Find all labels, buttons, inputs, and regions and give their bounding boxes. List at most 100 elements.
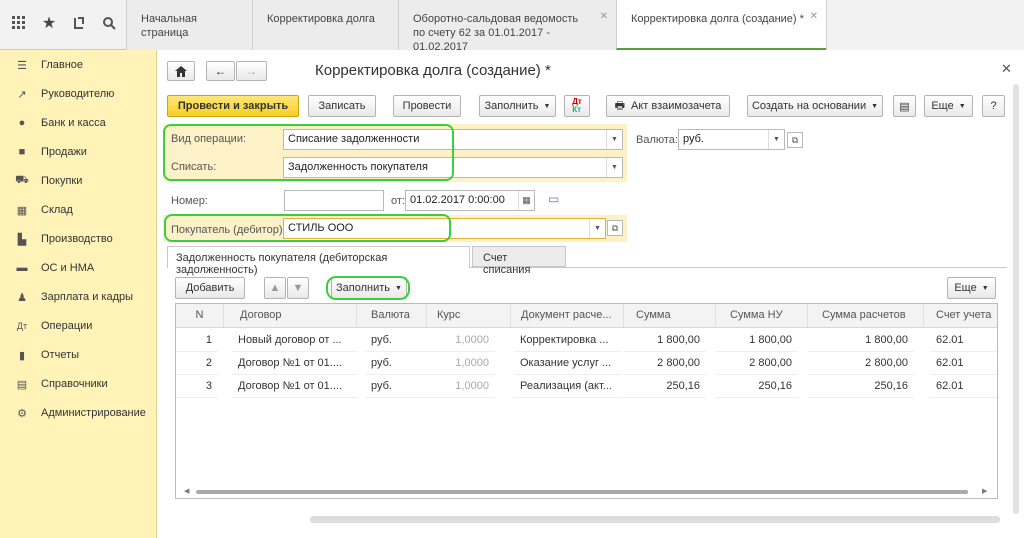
move-down-button[interactable]: ▼ [287,277,309,299]
cell-sum: 1 800,00 [624,329,706,352]
document-icon: ▤ [899,100,910,113]
sidebar-item-production[interactable]: ▙ Производство [0,227,157,251]
home-button[interactable] [167,61,195,81]
chevron-down-icon[interactable]: ▼ [589,219,605,238]
sidebar-item-label: Продажи [41,146,87,158]
form-vertical-scrollbar[interactable] [1013,84,1019,514]
more-label: Еще [931,100,954,112]
cell-document: Корректировка ... [514,329,622,352]
cell-account: 62.01 [930,329,997,352]
forward-button[interactable]: → [236,61,267,81]
column-header[interactable]: Сумма НУ [716,304,808,328]
column-header[interactable]: Сумма расчетов [808,304,924,328]
cell-contract: Договор №1 от 01.... [232,375,357,398]
post-button[interactable]: Провести [393,95,461,117]
sidebar-item-label: Руководителю [41,88,115,100]
sidebar-item-purchases[interactable]: ⛟ Покупки [0,169,157,193]
post-and-close-button[interactable]: Провести и закрыть [167,95,299,117]
sidebar-item-warehouse[interactable]: ▦ Склад [0,198,157,222]
column-header[interactable]: Договор [224,304,357,328]
offset-act-button[interactable]: 🖶 Акт взаимозачета [606,95,730,117]
save-button[interactable]: Записать [308,95,376,117]
fill-dropdown-button[interactable]: Заполнить ▼ [479,95,556,117]
chevron-down-icon[interactable]: ▼ [768,130,784,149]
report-button[interactable]: ▤ [893,95,916,117]
more-button[interactable]: Еще ▼ [924,95,973,117]
sidebar-item-directories[interactable]: ▤ Справочники [0,372,157,396]
scroll-right-icon[interactable]: ▶ [982,487,987,495]
book-icon: ▤ [16,378,28,391]
more-label: Еще [954,282,977,294]
column-header[interactable]: Документ расче... [511,304,624,328]
sidebar-item-reports[interactable]: ▮ Отчеты [0,343,157,367]
tab-writeoff-account[interactable]: Счет списания [472,246,566,276]
comment-icon[interactable]: ▭ [548,192,559,206]
sidebar-item-bank[interactable]: ● Банк и касса [0,111,157,135]
sidebar-item-assets[interactable]: ▬ ОС и НМА [0,256,157,280]
add-row-button[interactable]: Добавить [175,277,245,299]
fill-label: Заполнить [484,100,539,112]
sidebar-item-sales[interactable]: ■ Продажи [0,140,157,164]
chevron-down-icon[interactable]: ▼ [606,130,622,149]
cell-n: 1 [176,329,218,352]
chart-icon: ▮ [18,349,26,362]
chevron-down-icon[interactable]: ▼ [606,158,622,177]
cell-n: 2 [176,352,218,375]
close-icon[interactable]: ✕ [600,10,608,24]
tab-debt-adjustment-new[interactable]: Корректировка долга (создание) * ✕ [616,0,826,50]
column-header[interactable]: Валюта [357,304,427,328]
column-header[interactable]: Курс [427,304,511,328]
currency-field[interactable]: руб. ▼ [678,129,785,150]
table-horizontal-scrollbar[interactable]: ◀ ▶ [184,487,992,495]
tab-balance-sheet[interactable]: Оборотно-сальдовая ведомость по счету 62… [398,0,616,53]
cell-currency: руб. [365,352,427,375]
create-based-button[interactable]: Создать на основании ▼ [747,95,883,117]
star-icon[interactable]: ★ [34,8,64,38]
cell-sum-settlements: 250,16 [808,375,914,398]
highlight-buyer [164,214,451,242]
top-bar: ★ Начальная страница Корректировка долга… [0,0,1024,53]
tab-buyer-debt[interactable]: Задолженность покупателя (дебиторская за… [167,246,470,276]
help-button[interactable]: ? [982,95,1005,117]
cell-sum-settlements: 1 800,00 [808,329,914,352]
column-header[interactable]: Счет учета [924,304,997,328]
history-icon[interactable] [64,8,94,38]
sidebar-item-payroll[interactable]: ♟ Зарплата и кадры [0,285,157,309]
sidebar-item-label: Зарплата и кадры [41,291,134,303]
date-field[interactable]: 01.02.2017 0:00:00 ▦ [405,190,535,211]
sidebar-item-admin[interactable]: ⚙ Администрирование [0,401,157,425]
tab-debt-adjustment[interactable]: Корректировка долга [252,0,398,50]
cell-document: Оказание услуг ... [514,352,622,375]
back-button[interactable]: ← [206,61,235,81]
create-based-label: Создать на основании [751,100,867,112]
menu-icon: ☰ [17,59,27,72]
close-form-icon[interactable]: ✕ [1001,61,1012,77]
sidebar-item-label: Справочники [41,378,108,390]
calendar-icon[interactable]: ▦ [518,191,534,210]
open-icon[interactable]: ⧉ [787,132,803,148]
sidebar-item-manager[interactable]: ↗ Руководителю [0,82,157,106]
column-header[interactable]: N [176,304,224,328]
arrow-right-icon: → [245,64,258,78]
number-field[interactable] [284,190,384,211]
sidebar-item-label: Операции [41,320,93,332]
form-horizontal-scrollbar[interactable] [310,516,1000,523]
dt-kt-button[interactable]: Дт Кт [564,95,590,117]
move-up-button[interactable]: ▲ [264,277,286,299]
highlight-fill [326,276,410,300]
table-more-button[interactable]: Еще ▼ [947,277,996,299]
apps-grid-icon[interactable] [4,8,34,38]
search-icon[interactable] [94,8,124,38]
close-icon[interactable]: ✕ [810,10,818,24]
cell-account: 62.01 [930,375,997,398]
tab-home[interactable]: Начальная страница [126,0,252,50]
scroll-left-icon[interactable]: ◀ [184,487,189,495]
open-icon[interactable]: ⧉ [607,220,623,236]
column-header[interactable]: Сумма [624,304,716,328]
person-icon: ♟ [17,291,27,304]
sidebar-item-main[interactable]: ☰ Главное [0,53,157,77]
scrollbar-thumb[interactable] [196,490,968,494]
sidebar-item-operations[interactable]: Дт Операции [0,314,157,338]
chevron-down-icon: ▼ [981,284,989,292]
cell-rate: 1,0000 [427,352,495,375]
